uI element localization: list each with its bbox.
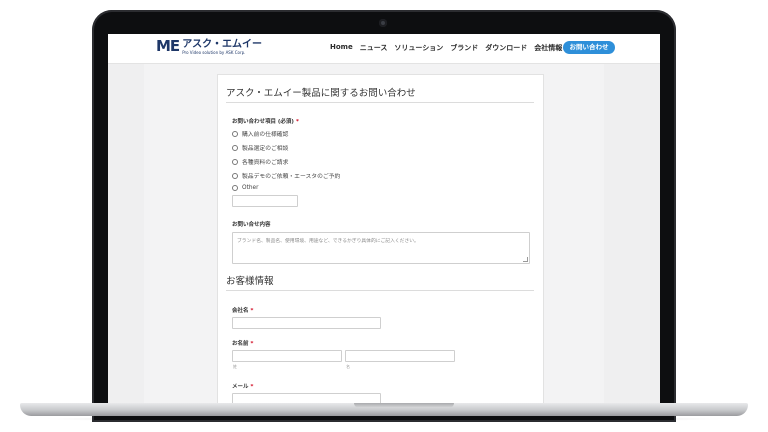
last-name-input[interactable]	[232, 350, 342, 362]
inquiry-content-textarea[interactable]: ブランド名、製品名、使用環境、用途など、できるかぎり具体的にご記入ください。	[232, 232, 530, 264]
laptop-notch	[354, 403, 454, 408]
other-text-input[interactable]	[232, 195, 298, 207]
required-mark: *	[250, 308, 254, 314]
radio-button[interactable]	[232, 172, 238, 179]
radio-option-demo-request[interactable]: 製品デモのご依頼・エースタのご予約	[232, 171, 340, 180]
logo-name: アスク・エムイー	[182, 39, 262, 50]
inquiry-type-label-text: お問い合わせ項目 (必須)	[232, 119, 294, 125]
logo-text: アスク・エムイー Pro Video solution by ASK Corp.	[182, 39, 262, 55]
radio-label: Other	[242, 185, 259, 191]
email-label-text: メール	[232, 384, 249, 390]
textarea-placeholder: ブランド名、製品名、使用環境、用途など、できるかぎり具体的にご記入ください。	[237, 239, 419, 244]
logo-tagline: Pro Video solution by ASK Corp.	[182, 50, 246, 55]
company-input[interactable]	[232, 317, 381, 329]
radio-label: 各種資料のご請求	[242, 160, 289, 166]
laptop-base	[20, 403, 748, 416]
main-nav: Home ニュース ソリューション ブランド ダウンロード 会社情報	[330, 43, 562, 53]
nav-home[interactable]: Home	[330, 43, 353, 53]
resize-handle-icon[interactable]	[523, 257, 528, 262]
nav-download[interactable]: ダウンロード	[485, 43, 527, 53]
browser-screen: ME アスク・エムイー Pro Video solution by ASK Co…	[108, 34, 660, 404]
radio-option-other[interactable]: Other	[232, 185, 258, 191]
radio-option-product-selection[interactable]: 製品選定のご相談	[232, 143, 288, 152]
company-label: 会社名 *	[232, 306, 253, 314]
first-name-input[interactable]	[345, 350, 455, 362]
contact-button[interactable]: お問い合わせ	[563, 41, 615, 54]
last-name-sublabel: 姓	[233, 364, 237, 369]
divider	[226, 102, 534, 103]
site-header: ME アスク・エムイー Pro Video solution by ASK Co…	[108, 34, 660, 64]
radio-button[interactable]	[232, 185, 238, 191]
nav-news[interactable]: ニュース	[360, 43, 388, 53]
camera-icon	[379, 19, 387, 27]
radio-option-spec-check[interactable]: 購入前の仕様確認	[232, 129, 288, 138]
inquiry-content-label: お問い合せ内容	[232, 222, 271, 228]
radio-button[interactable]	[232, 130, 238, 137]
company-label-text: 会社名	[232, 308, 249, 314]
required-mark: *	[295, 119, 299, 125]
required-mark: *	[250, 384, 254, 390]
radio-label: 購入前の仕様確認	[242, 132, 289, 138]
radio-button[interactable]	[232, 144, 238, 151]
first-name-sublabel: 名	[346, 364, 350, 369]
radio-button[interactable]	[232, 158, 238, 165]
email-label: メール *	[232, 382, 253, 390]
form-title: アスク・エムイー製品に関するお問い合わせ	[226, 88, 416, 99]
nav-brands[interactable]: ブランド	[450, 43, 478, 53]
nav-company[interactable]: 会社情報	[534, 43, 562, 53]
logo-mark: ME	[156, 37, 180, 55]
radio-option-documents[interactable]: 各種資料のご請求	[232, 157, 288, 166]
divider	[226, 290, 534, 291]
name-label-text: お名前	[232, 341, 249, 347]
contact-form: アスク・エムイー製品に関するお問い合わせ お問い合わせ項目 (必須) * 購入前の…	[217, 74, 544, 404]
radio-label: 製品選定のご相談	[242, 146, 289, 152]
customer-section-title: お客様情報	[226, 276, 274, 287]
nav-solutions[interactable]: ソリューション	[394, 43, 443, 53]
radio-label: 製品デモのご依頼・エースタのご予約	[242, 174, 341, 180]
inquiry-type-label: お問い合わせ項目 (必須) *	[232, 117, 299, 125]
name-label: お名前 *	[232, 339, 253, 347]
site-logo[interactable]: ME アスク・エムイー Pro Video solution by ASK Co…	[156, 37, 262, 56]
required-mark: *	[250, 341, 254, 347]
